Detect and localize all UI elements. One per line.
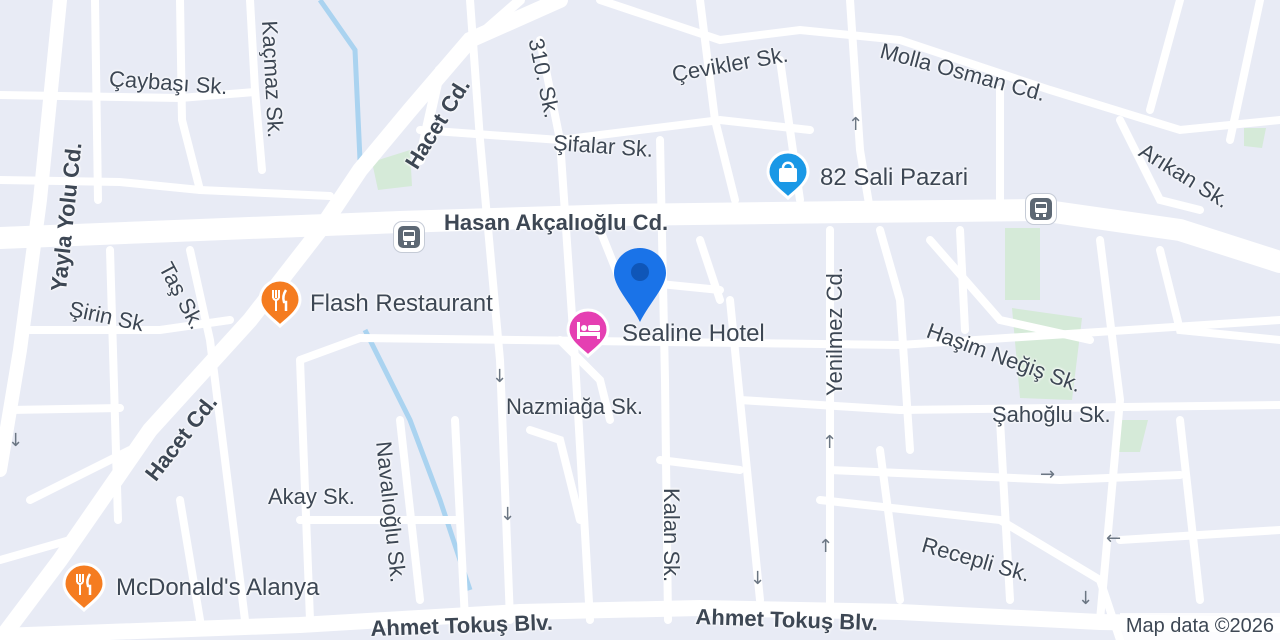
street-label: Kalan Sk.: [659, 488, 684, 583]
location-pin-icon[interactable]: [612, 246, 668, 324]
restaurant-icon: [258, 278, 302, 329]
street-label: Nazmiağa Sk.: [506, 394, 643, 419]
hotel-bed-icon: [566, 308, 610, 359]
bus-stop-icon[interactable]: [1026, 194, 1056, 224]
restaurant-icon: [62, 562, 106, 613]
shopping-bag-icon: [766, 150, 810, 201]
poi-label-hotel[interactable]: Sealine Hotel: [622, 320, 765, 348]
restaurant-poi-marker[interactable]: [62, 562, 106, 613]
street-label: Akay Sk.: [268, 484, 355, 509]
street-label: Ahmet Tokuş Blv.: [370, 609, 554, 640]
shopping-poi-marker[interactable]: [766, 150, 810, 201]
poi-label-shopping[interactable]: 82 Sali Pazari: [820, 164, 968, 192]
map-canvas[interactable]: Hasan Akçalıoğlu Cd. Hacet Cd. Hacet Cd.…: [0, 0, 1280, 640]
bus-stop-icon[interactable]: [394, 222, 424, 252]
map-attribution[interactable]: Map data ©2026: [1119, 613, 1280, 640]
poi-label-restaurant[interactable]: McDonald's Alanya: [116, 574, 319, 602]
street-label: Şahoğlu Sk.: [992, 402, 1111, 427]
street-label: Yenilmez Cd.: [822, 267, 847, 396]
street-label: Hasan Akçalıoğlu Cd.: [444, 210, 669, 235]
poi-label-restaurant[interactable]: Flash Restaurant: [310, 290, 493, 318]
restaurant-poi-marker[interactable]: [258, 278, 302, 329]
hotel-poi-marker[interactable]: [566, 308, 610, 359]
